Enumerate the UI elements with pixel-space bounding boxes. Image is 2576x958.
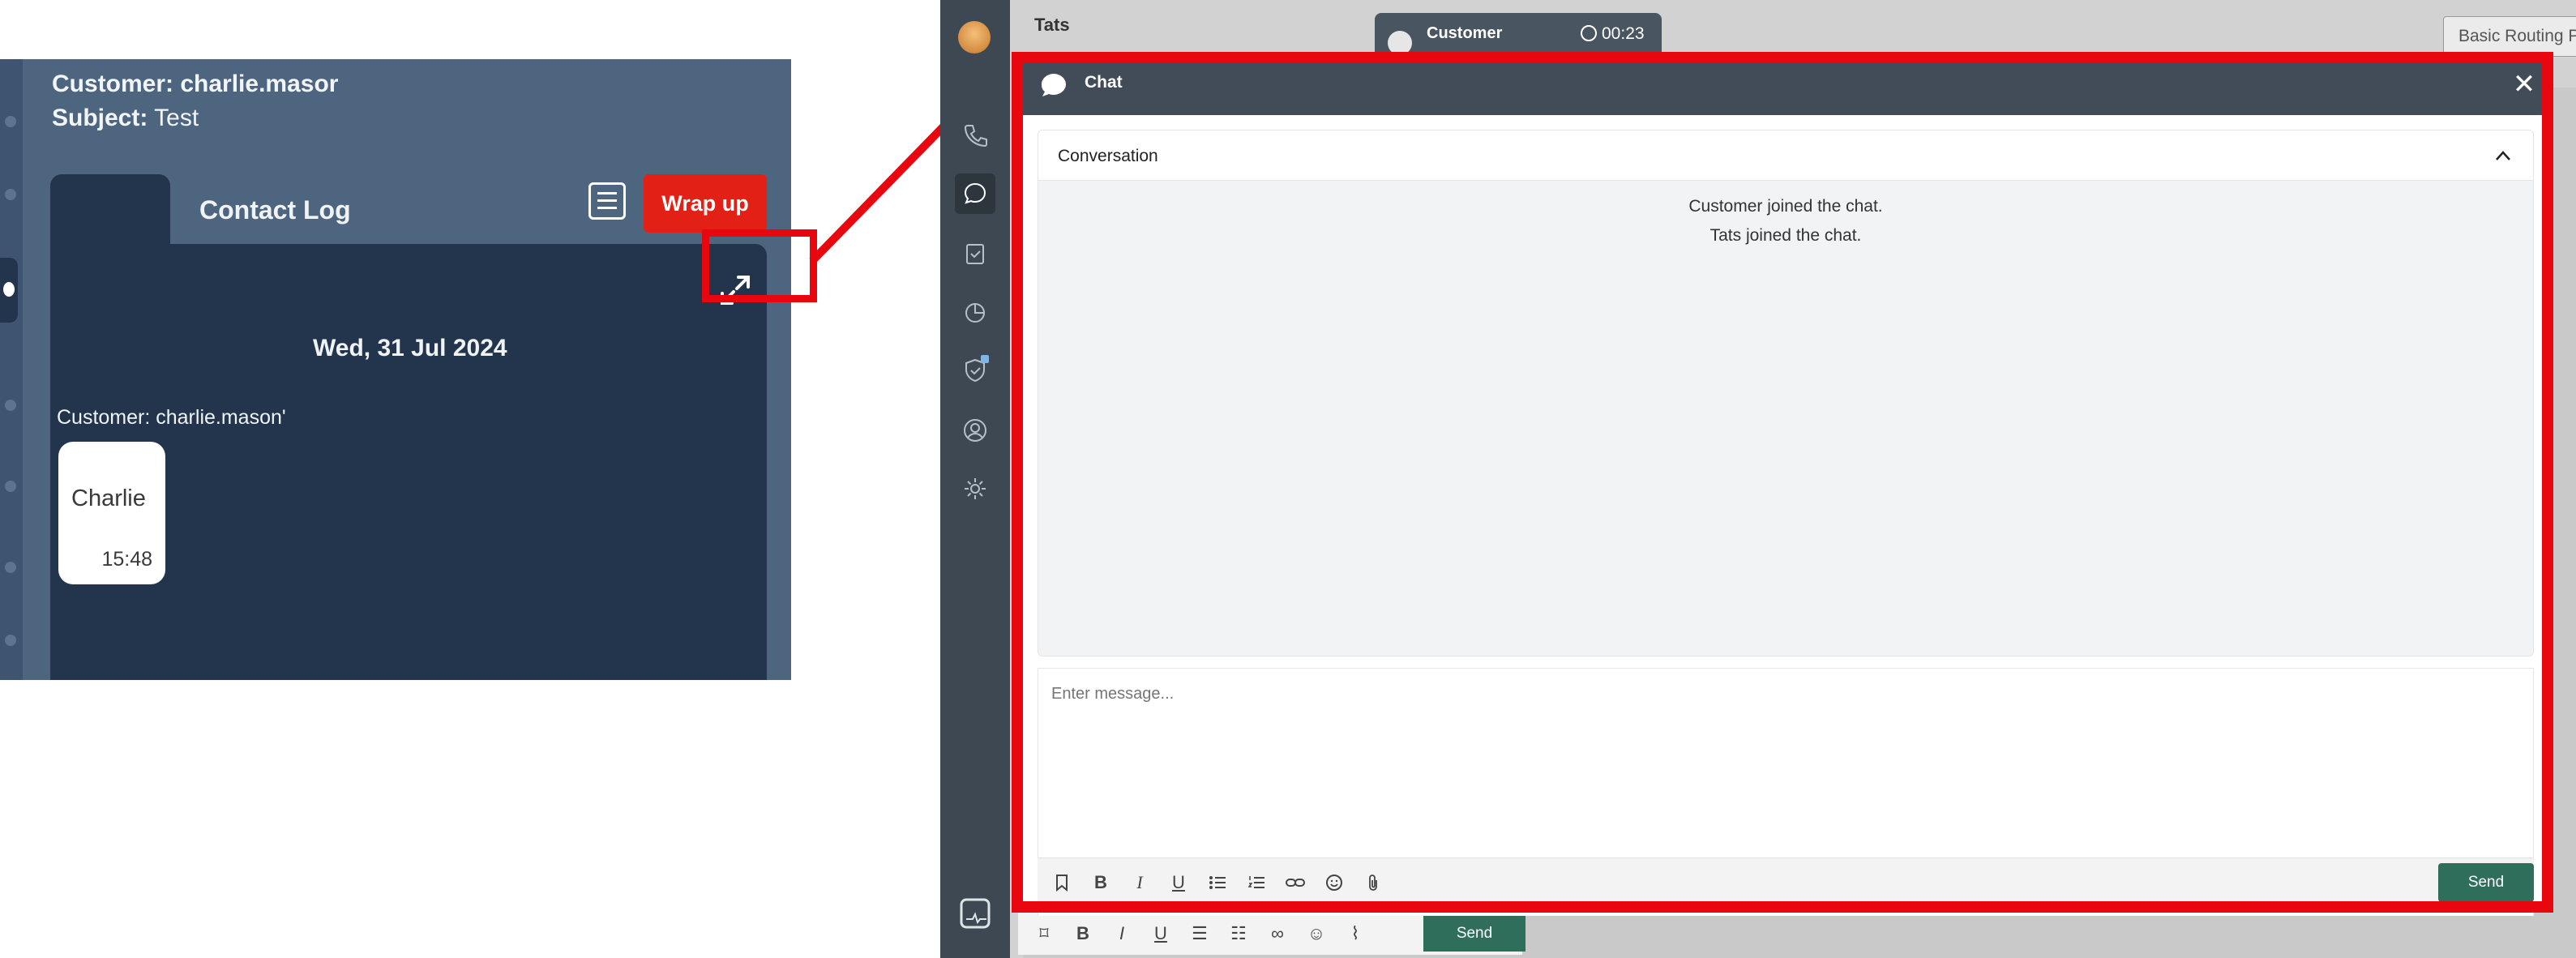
zoom-date-separator: Wed, 31 Jul 2024 (313, 335, 507, 361)
routing-selector[interactable]: Basic Routing P (2443, 16, 2576, 57)
chat-modal-header: Chat ✕ (1018, 60, 2552, 115)
bookmark-icon[interactable] (1049, 870, 1075, 896)
zoom-message-text: Charlie (71, 485, 146, 511)
app-window: Tats Customer 00:23 Basic Routing P ⌑ B I U… (940, 0, 2576, 958)
conversation-panel: Conversation Customer joined the chat. T… (1038, 130, 2534, 656)
zoom-sidebar (0, 59, 23, 680)
system-message: Customer joined the chat. (1688, 197, 1883, 216)
zoom-sidebar-icon (5, 562, 16, 573)
phone-icon[interactable] (955, 115, 995, 156)
format-toolbar: B I U Send (1038, 857, 2534, 906)
zoom-sidebar-icon (5, 400, 16, 411)
avatar (1388, 31, 1412, 55)
zoom-subject-value: Test (154, 105, 199, 131)
zoom-sidebar-icon (5, 481, 16, 492)
attachment-icon[interactable] (1360, 870, 1386, 896)
chat-modal-title: Chat (1085, 73, 1123, 92)
reports-icon[interactable] (955, 292, 995, 332)
customer-card[interactable]: Customer 00:23 (1375, 13, 1662, 60)
bold-icon[interactable]: B (1088, 870, 1114, 896)
chevron-up-icon[interactable] (2491, 143, 2515, 168)
agent-name: Tats (1034, 15, 1070, 35)
zoom-sidebar-icon (5, 635, 16, 646)
nav-rail (940, 0, 1010, 958)
clock-icon (1581, 25, 1597, 41)
zoom-message-time: 15:48 (101, 548, 152, 571)
customer-card-timer: 00:23 (1581, 24, 1645, 44)
conversation-label: Conversation (1058, 147, 1158, 165)
customer-card-name: Customer (1427, 24, 1503, 42)
italic-icon[interactable]: I (1127, 870, 1153, 896)
zoom-tab-contact-log[interactable]: Contact Log (199, 195, 351, 225)
zoom-customer-label: Customer: charlie.masor (52, 71, 339, 97)
app-logo (958, 21, 991, 53)
numbered-list-icon[interactable] (1243, 870, 1269, 896)
bullet-list-icon[interactable] (1205, 870, 1230, 896)
wrap-up-button[interactable]: Wrap up (644, 174, 767, 233)
zoom-highlight-box (702, 229, 817, 302)
zoom-subject-key: Subject: (52, 105, 148, 131)
link-icon[interactable] (1282, 870, 1308, 896)
notes-icon[interactable] (588, 182, 626, 220)
message-input[interactable] (1051, 685, 2510, 704)
background-send-button[interactable]: Send (1423, 916, 1525, 952)
zoom-message-author: Customer: charlie.mason' (57, 406, 286, 429)
zoom-sidebar-active-item (0, 258, 18, 323)
close-icon[interactable]: ✕ (2508, 68, 2540, 101)
zoom-sidebar-icon (5, 116, 16, 127)
zoom-subject: Subject: Test (52, 105, 199, 132)
zoom-callout: Customer: charlie.masor Subject: Test Co… (0, 59, 791, 680)
conversation-messages: Customer joined the chat. Tats joined th… (1038, 192, 2533, 250)
chat-nav-icon[interactable] (955, 173, 995, 214)
shield-icon[interactable] (955, 350, 995, 391)
notification-badge (981, 355, 989, 363)
help-icon[interactable] (958, 896, 994, 932)
chat-modal: Chat ✕ Conversation Customer joined the … (1018, 60, 2552, 916)
send-button[interactable]: Send (2438, 863, 2534, 902)
system-message: Tats joined the chat. (1709, 226, 1862, 245)
zoom-message-bubble: Charlie 15:48 (58, 442, 165, 584)
tasks-icon[interactable] (955, 233, 995, 274)
zoom-tab-active[interactable] (50, 174, 170, 247)
profile-icon[interactable] (955, 410, 995, 451)
emoji-icon[interactable] (1321, 870, 1347, 896)
underline-icon[interactable]: U (1166, 870, 1192, 896)
chat-bubble-icon (1042, 74, 1066, 96)
settings-icon[interactable] (955, 468, 995, 509)
conversation-header[interactable]: Conversation (1038, 130, 2533, 181)
zoom-sidebar-icon (5, 189, 16, 200)
